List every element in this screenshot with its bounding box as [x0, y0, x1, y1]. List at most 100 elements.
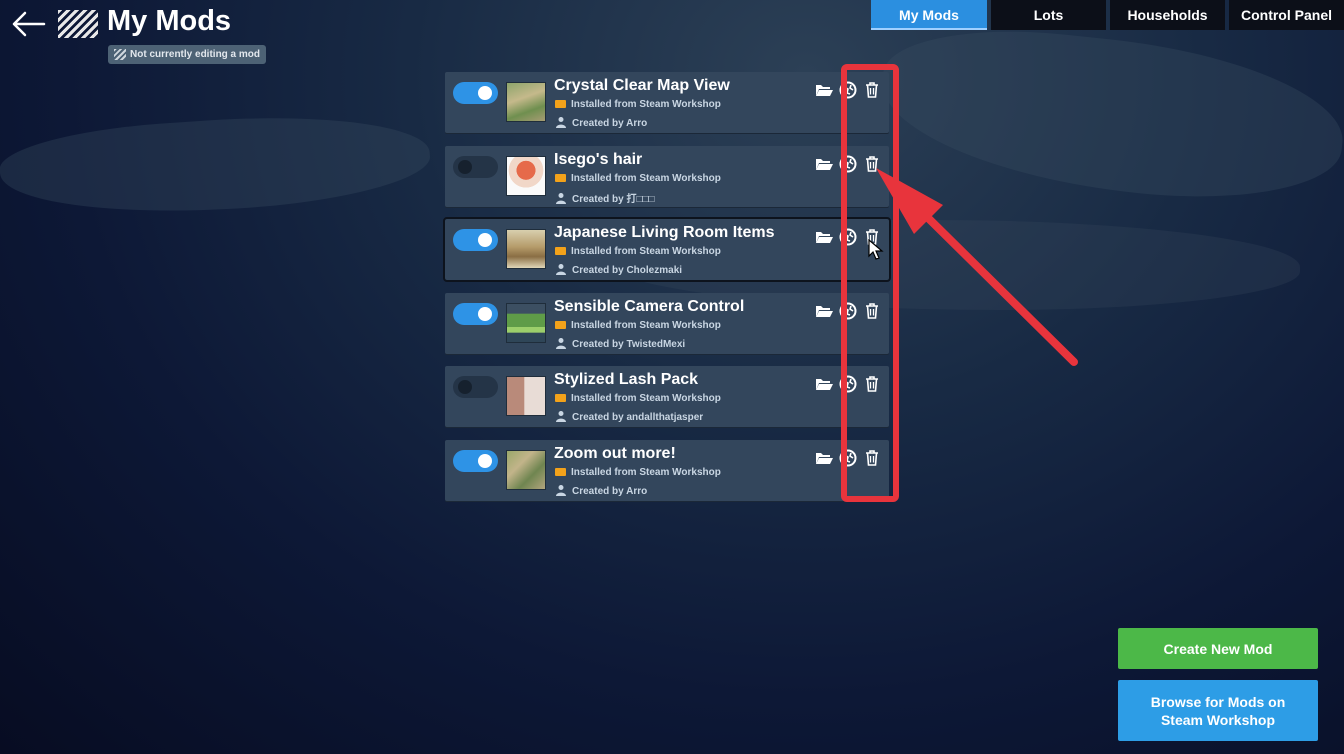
folder-open-icon[interactable] — [815, 449, 833, 467]
mod-source-text: Installed from Steam Workshop — [571, 319, 721, 331]
mouse-cursor-icon — [868, 239, 884, 260]
person-icon — [556, 337, 566, 349]
tab-households[interactable]: Households — [1110, 0, 1225, 30]
person-icon — [556, 411, 566, 422]
mod-creator: Created by andallthatjasper — [555, 410, 703, 423]
mod-thumbnail — [506, 376, 546, 416]
tab-my-mods[interactable]: My Mods — [871, 0, 987, 30]
mod-source: Installed from Steam Workshop — [555, 393, 721, 404]
browse-steam-workshop-button[interactable]: Browse for Mods on Steam Workshop — [1118, 680, 1318, 741]
folder-icon — [555, 320, 566, 329]
mod-creator-text: Created by TwistedMexi — [572, 338, 686, 350]
mod-card: Zoom out more! Installed from Steam Work… — [445, 439, 889, 501]
mod-name: Stylized Lash Pack — [554, 371, 699, 388]
globe-icon[interactable] — [839, 302, 857, 320]
folder-open-icon[interactable] — [815, 81, 833, 99]
mod-source-text: Installed from Steam Workshop — [571, 393, 721, 404]
mod-card: Crystal Clear Map View Installed from St… — [445, 72, 889, 133]
mod-creator-text: Created by Cholezmaki — [572, 265, 683, 276]
mod-source: Installed from Steam Workshop — [555, 320, 721, 331]
person-icon — [556, 264, 566, 275]
mod-card: Sensible Camera Control Installed from S… — [445, 292, 889, 354]
mod-card: Stylized Lash Pack Installed from Steam … — [445, 366, 889, 427]
mod-card: Isego's hair Installed from Steam Worksh… — [445, 145, 889, 207]
folder-open-icon[interactable] — [815, 302, 833, 320]
mod-enable-toggle[interactable] — [453, 449, 498, 472]
mod-source-text: Installed from Steam Workshop — [571, 99, 721, 110]
folder-icon — [555, 173, 566, 182]
toggle-knob — [478, 233, 492, 247]
trash-icon[interactable] — [863, 81, 881, 99]
trash-icon[interactable] — [863, 375, 881, 393]
map-landmass — [873, 16, 1344, 214]
mod-source-text: Installed from Steam Workshop — [571, 246, 721, 257]
tab-lots[interactable]: Lots — [991, 0, 1106, 30]
mod-creator: Created by 打□□□ — [555, 190, 655, 205]
person-icon — [556, 192, 566, 204]
mod-name: Japanese Living Room Items — [554, 224, 775, 241]
toggle-knob — [458, 159, 472, 174]
back-arrow-icon[interactable] — [10, 8, 48, 40]
mod-source: Installed from Steam Workshop — [555, 99, 721, 110]
top-tabs: My Mods Lots Households Control Panel — [871, 0, 1344, 30]
globe-icon[interactable] — [839, 155, 857, 173]
trash-icon[interactable] — [863, 449, 881, 467]
mod-creator-text: Created by andallthatjasper — [572, 412, 704, 423]
mod-thumbnail — [506, 229, 546, 269]
mod-thumbnail — [506, 302, 546, 343]
mod-source: Installed from Steam Workshop — [555, 246, 721, 257]
mod-enable-toggle[interactable] — [453, 155, 498, 178]
mod-enable-toggle[interactable] — [453, 229, 498, 251]
toggle-knob — [478, 453, 492, 468]
mod-name: Zoom out more! — [554, 444, 676, 462]
trash-icon[interactable] — [863, 302, 881, 320]
folder-icon — [555, 247, 566, 255]
folder-icon — [555, 394, 566, 402]
mod-source-text: Installed from Steam Workshop — [571, 466, 721, 478]
globe-icon[interactable] — [839, 449, 857, 467]
mod-creator-text: Created by Arro — [572, 485, 648, 497]
mod-name: Sensible Camera Control — [554, 297, 745, 315]
mod-enable-toggle[interactable] — [453, 82, 498, 104]
edit-status-text: Not currently editing a mod — [130, 49, 261, 60]
trash-icon[interactable] — [863, 155, 881, 173]
mod-creator-text: Created by Arro — [572, 118, 648, 129]
folder-icon — [555, 100, 566, 108]
page-title: My Mods — [107, 5, 232, 37]
toggle-knob — [478, 306, 492, 321]
mod-source: Installed from Steam Workshop — [555, 467, 721, 478]
globe-icon[interactable] — [839, 228, 857, 246]
globe-icon[interactable] — [839, 375, 857, 393]
mod-creator: Created by Arro — [555, 484, 647, 497]
mod-card: Japanese Living Room Items Installed fro… — [443, 217, 891, 282]
mod-name: Isego's hair — [554, 150, 643, 168]
mod-creator-text: Created by 打□□□ — [572, 193, 655, 205]
globe-icon[interactable] — [839, 81, 857, 99]
edit-status-badge: Not currently editing a mod — [108, 45, 267, 64]
folder-open-icon[interactable] — [815, 228, 833, 246]
folder-open-icon[interactable] — [815, 155, 833, 173]
mod-creator: Created by TwistedMexi — [555, 337, 685, 350]
folder-open-icon[interactable] — [815, 375, 833, 393]
toggle-knob — [458, 380, 472, 394]
mod-source-text: Installed from Steam Workshop — [571, 172, 721, 184]
mod-creator: Created by Arro — [555, 116, 647, 129]
mod-thumbnail — [506, 82, 546, 122]
mod-hatch-icon — [114, 49, 126, 60]
mod-list: Crystal Clear Map View Installed from St… — [443, 72, 891, 513]
mod-thumbnail — [506, 449, 546, 490]
mod-name: Crystal Clear Map View — [554, 77, 730, 94]
toggle-knob — [478, 86, 492, 100]
person-icon — [556, 484, 566, 496]
folder-icon — [555, 467, 566, 476]
mod-hatch-icon — [58, 10, 98, 38]
mod-creator: Created by Cholezmaki — [555, 263, 682, 276]
mod-enable-toggle[interactable] — [453, 302, 498, 325]
tab-control-panel[interactable]: Control Panel — [1229, 0, 1344, 30]
person-icon — [556, 117, 566, 128]
mod-thumbnail — [506, 155, 546, 196]
map-landmass — [0, 105, 433, 225]
mod-source: Installed from Steam Workshop — [555, 173, 721, 184]
mod-enable-toggle[interactable] — [453, 376, 498, 398]
create-new-mod-button[interactable]: Create New Mod — [1118, 628, 1318, 669]
